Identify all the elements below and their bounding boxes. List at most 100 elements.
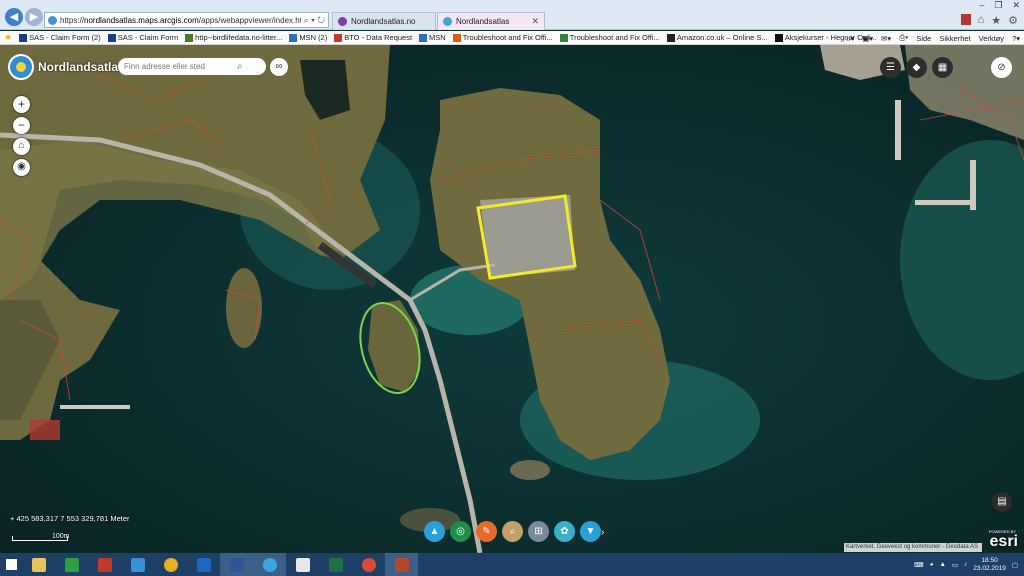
print-icon[interactable]: ⎙▾ — [899, 33, 908, 43]
basemap-grid-icon[interactable]: ▦ — [932, 57, 953, 78]
taskbar-outlook[interactable] — [187, 553, 220, 576]
back-icon[interactable]: ◀ — [5, 8, 23, 26]
home-extent-icon[interactable]: ⌂ — [13, 138, 30, 155]
satellite-imagery — [0, 45, 1024, 553]
search-icon[interactable]: ⌕ — [237, 61, 243, 72]
restore-icon[interactable]: ❐ — [994, 0, 1002, 11]
bto-icon — [334, 33, 343, 42]
keyboard-icon[interactable]: ⌨ — [914, 561, 923, 569]
msn-icon — [419, 33, 428, 42]
office-icon — [559, 33, 568, 42]
app-header: Nordlandsatlas — [8, 54, 125, 80]
favorites-bar: ★ SAS - Claim Form (2) SAS - Claim Form … — [0, 31, 1024, 45]
help-icon[interactable]: ?▾ — [1012, 34, 1020, 43]
forward-icon[interactable]: ▶ — [25, 8, 43, 26]
favorite-item[interactable]: MSN (2) — [289, 33, 327, 42]
legend-list-icon[interactable]: ☰ — [880, 57, 901, 78]
safety-menu[interactable]: Sikkerhet — [939, 34, 970, 43]
sas-icon — [107, 33, 116, 42]
taskbar-blank-doc[interactable] — [286, 553, 319, 576]
close-tab-icon[interactable]: ✕ — [531, 16, 539, 27]
map-attribution: Kartverket, Geovekst og kommuner - Geoda… — [844, 543, 982, 552]
favorite-item[interactable]: SAS - Claim Form — [107, 33, 178, 42]
search-input[interactable] — [124, 62, 232, 71]
taskbar-chrome[interactable] — [352, 553, 385, 576]
app-icon — [163, 557, 178, 572]
tab-favicon — [443, 17, 452, 26]
refresh-icon[interactable]: ⌕ ▾ ↻ — [304, 15, 328, 26]
taskbar-file-explorer[interactable] — [22, 553, 55, 576]
tab-nordlandsatlas[interactable]: Nordlandsatlas ✕ — [437, 12, 545, 30]
internet-explorer-icon — [262, 557, 277, 572]
page-menu[interactable]: Side — [916, 34, 931, 43]
browser-right-icons: ⌂ ★ ⚙ — [960, 14, 1018, 27]
battery-icon[interactable]: ▭ — [952, 561, 958, 569]
taskbar-excel[interactable] — [319, 553, 352, 576]
mail-icon[interactable]: ✉▾ — [881, 34, 891, 43]
app-title: Nordlandsatlas — [38, 60, 125, 74]
favorites-star-icon[interactable]: ★ — [4, 32, 12, 43]
start-button[interactable] — [0, 553, 22, 576]
amazon-icon — [666, 33, 675, 42]
chrome-icon — [361, 557, 376, 572]
office-icon — [452, 33, 461, 42]
bottom-toolbar: ▲ ◎ ✎ ⌕ ⊞ ✿ ▼ — [424, 521, 601, 542]
volume-icon[interactable]: ♪ — [964, 561, 967, 568]
search-box[interactable]: ⌕ — [118, 58, 266, 75]
filter-icon[interactable]: ▼ — [580, 521, 601, 542]
favorite-item[interactable]: http--birdlifedata.no-litter... — [185, 33, 282, 42]
taskbar-stats-app[interactable] — [121, 553, 154, 576]
zoom-out-button[interactable]: − — [13, 117, 30, 134]
locate-icon[interactable]: ◉ — [13, 159, 30, 176]
favorite-item[interactable]: MSN — [419, 33, 446, 42]
feeds-icon[interactable]: ▣▾ — [862, 34, 873, 43]
map-view[interactable] — [0, 45, 1024, 553]
taskbar-yellow-app[interactable] — [154, 553, 187, 576]
address-bar[interactable]: https://nordlandsatlas.maps.arcgis.com/a… — [44, 12, 329, 28]
magnifier-icon[interactable]: ⌕ — [502, 521, 523, 542]
favorite-item[interactable]: Troubleshoot and Fix Offi... — [452, 33, 553, 42]
tools-menu[interactable]: Verktøy — [979, 34, 1004, 43]
pencil-icon[interactable]: ✎ — [476, 521, 497, 542]
taskbar-powerpoint[interactable] — [385, 553, 418, 576]
attribute-table-icon[interactable]: ▤ — [992, 492, 1012, 512]
profile-icon[interactable] — [960, 14, 971, 25]
basemap-icon[interactable]: ▲ — [424, 521, 445, 542]
show-hidden-icon[interactable]: ▲ — [939, 561, 945, 568]
home-icon[interactable]: ⌂ — [978, 14, 985, 27]
taskbar-internet-explorer[interactable] — [253, 553, 286, 576]
minimize-icon[interactable]: – — [979, 0, 984, 11]
select-icon[interactable]: ⊞ — [528, 521, 549, 542]
home-menu-icon[interactable]: ⌂▾ — [846, 34, 854, 43]
visibility-toggle-icon[interactable]: ⊘ — [991, 57, 1012, 78]
bird-icon — [185, 33, 194, 42]
favorite-item[interactable]: SAS - Claim Form (2) — [19, 33, 101, 42]
tab-nordlandsatlas-no[interactable]: Nordlandsatlas.no — [332, 12, 436, 30]
link-icon[interactable]: ∞ — [270, 58, 288, 76]
taskbar-media-app[interactable] — [88, 553, 121, 576]
network-icon[interactable]: ◕ — [930, 561, 934, 568]
close-window-icon[interactable]: ✕ — [1012, 0, 1020, 11]
address-url[interactable]: https://nordlandsatlas.maps.arcgis.com/a… — [60, 16, 301, 25]
favorites-star-icon[interactable]: ★ — [991, 14, 1001, 27]
window-controls: – ❐ ✕ — [979, 0, 1020, 11]
hegnar-icon — [774, 33, 783, 42]
taskbar-word[interactable] — [220, 553, 253, 576]
chevron-right-icon[interactable]: › — [601, 527, 604, 538]
taskbar-store[interactable] — [55, 553, 88, 576]
zoom-in-button[interactable]: + — [13, 96, 30, 113]
print-tool-icon[interactable]: ✿ — [554, 521, 575, 542]
favorite-item[interactable]: Amazon.co.uk – Online S... — [666, 33, 768, 42]
outlook-icon — [196, 557, 211, 572]
settings-gear-icon[interactable]: ⚙ — [1008, 14, 1018, 27]
favorite-item[interactable]: BTO - Data Request — [334, 33, 412, 42]
browser-titlebar: ◀ ▶ https://nordlandsatlas.maps.arcgis.c… — [0, 0, 1024, 30]
command-bar: ⌂▾ ▣▾ ✉▾ ⎙▾ Side Sikkerhet Verktøy ?▾ — [846, 31, 1020, 45]
layers-icon[interactable]: ◆ — [906, 57, 927, 78]
layers-tool-icon[interactable]: ◎ — [450, 521, 471, 542]
taskbar-clock[interactable]: 18:50 23.02.2019 — [973, 557, 1006, 573]
powerpoint-icon — [394, 557, 409, 572]
favorite-item[interactable]: Troubleshoot and Fix Offi... — [559, 33, 660, 42]
windows-logo-icon — [5, 559, 17, 570]
notifications-icon[interactable]: ▢ — [1012, 561, 1018, 569]
